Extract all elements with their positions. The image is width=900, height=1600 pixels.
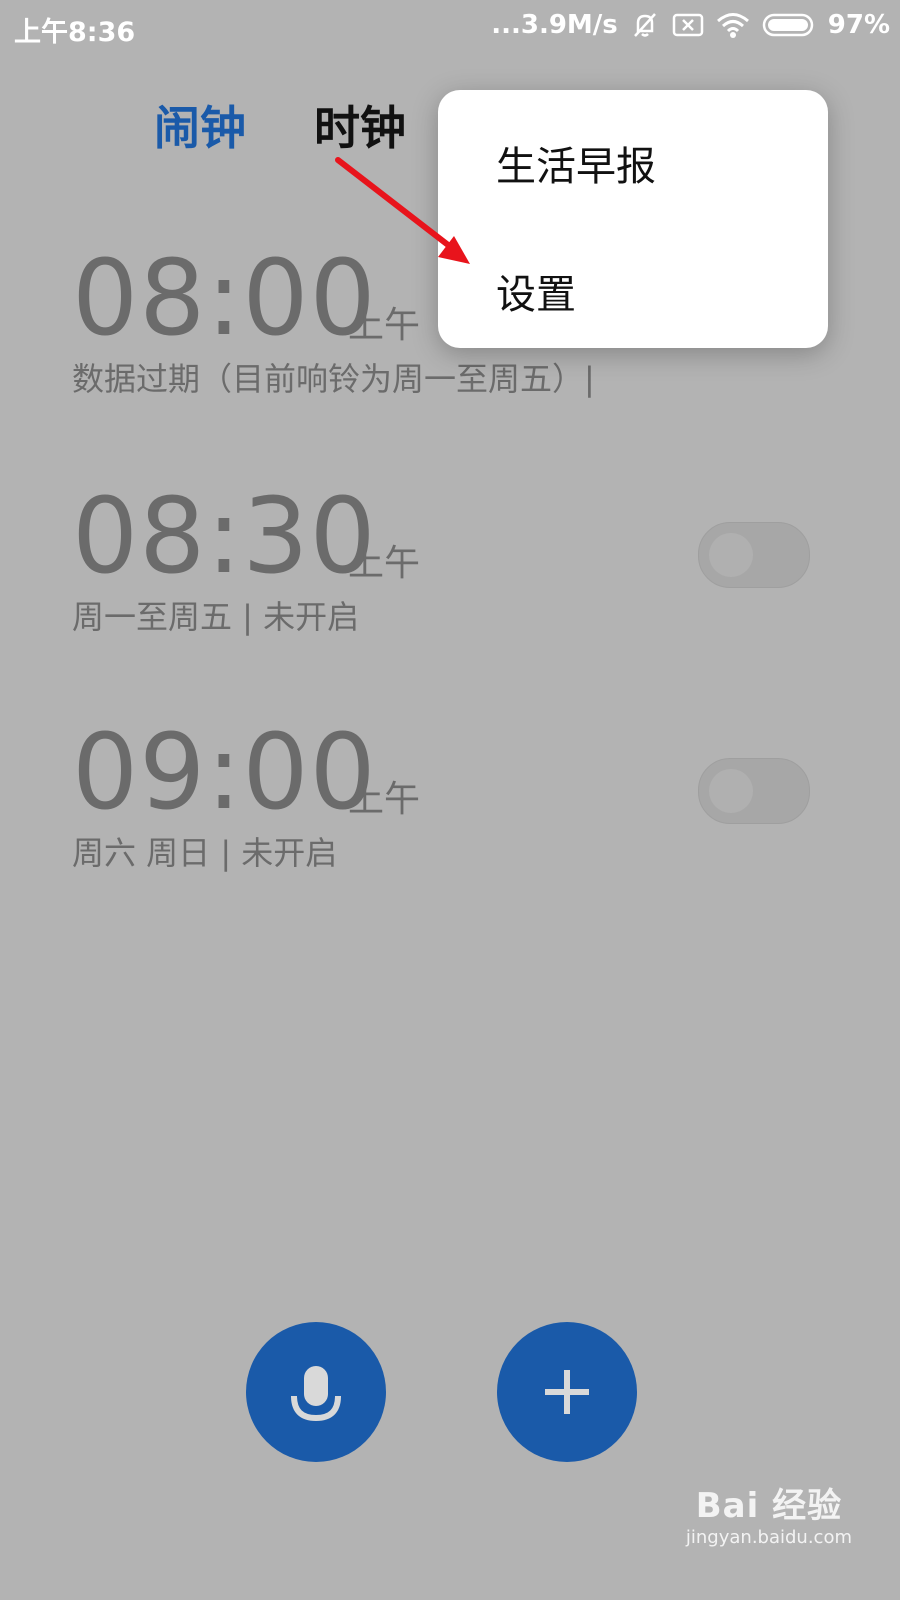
plus-icon xyxy=(545,1370,589,1414)
watermark-logo: Bai 经验 xyxy=(695,1486,843,1526)
alarm-description: 周六 周日 | 未开启 xyxy=(72,834,338,872)
alarm-toggle[interactable] xyxy=(698,522,810,588)
toggle-knob xyxy=(709,769,753,813)
alarm-ampm: 上午 xyxy=(348,779,421,820)
alarm-item[interactable]: 08:30 上午 周一至周五 | 未开启 xyxy=(72,484,832,644)
alarm-description: 周一至周五 | 未开启 xyxy=(72,598,360,636)
add-alarm-button[interactable] xyxy=(497,1322,637,1462)
voice-alarm-button[interactable] xyxy=(246,1322,386,1462)
toggle-knob xyxy=(709,533,753,577)
watermark: Bai 经验 jingyan.baidu.com xyxy=(686,1478,852,1548)
alarm-time: 08:30 xyxy=(72,475,377,597)
alarm-ampm: 上午 xyxy=(348,543,421,584)
alarm-item[interactable]: 09:00 上午 周六 周日 | 未开启 xyxy=(72,720,832,880)
alarm-toggle[interactable] xyxy=(698,758,810,824)
alarm-time: 09:00 xyxy=(72,711,377,833)
watermark-url: jingyan.baidu.com xyxy=(685,1527,852,1548)
microphone-icon xyxy=(291,1366,341,1422)
annotation-arrow-icon xyxy=(335,157,470,264)
